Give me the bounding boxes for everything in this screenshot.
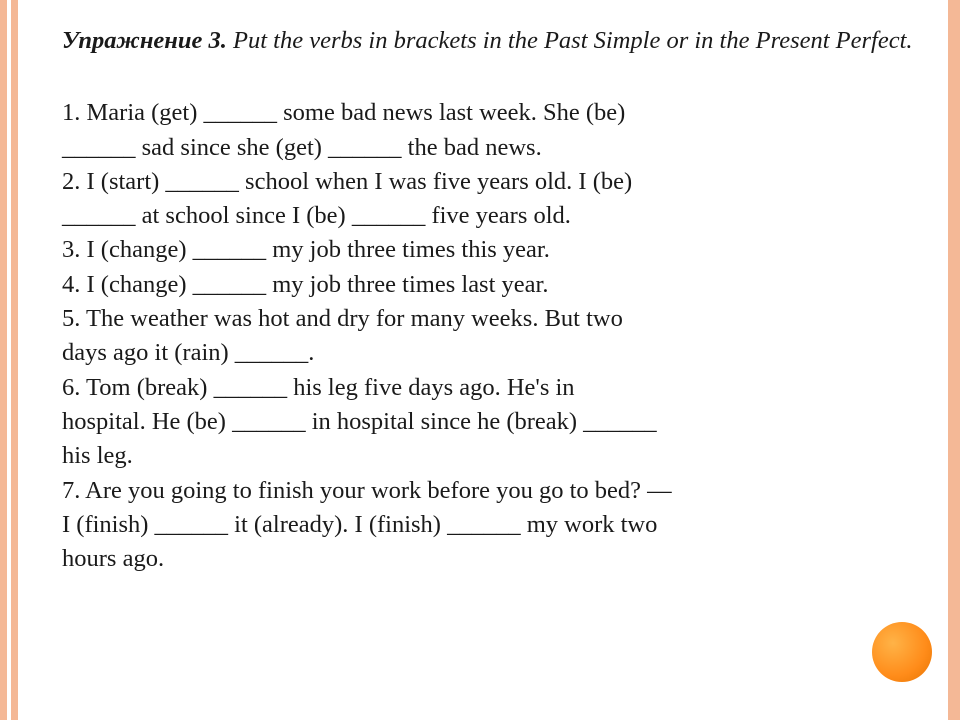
exercise-text-line: 6. Tom (break) ______ his leg five days … bbox=[62, 371, 922, 405]
exercise-text-line: 4. I (change) ______ my job three times … bbox=[62, 268, 922, 302]
exercise-title: Упражнение 3. Put the verbs in brackets … bbox=[62, 24, 922, 58]
exercise-text-line: ______ at school since I (be) ______ fiv… bbox=[62, 199, 922, 233]
exercise-text-line: 1. Maria (get) ______ some bad news last… bbox=[62, 96, 922, 130]
exercise-number: Упражнение 3. bbox=[62, 27, 227, 54]
decorative-circle bbox=[872, 622, 932, 682]
exercise-text-line: 7. Are you going to finish your work bef… bbox=[62, 474, 922, 508]
exercise-instruction: Put the verbs in brackets in the Past Si… bbox=[227, 27, 913, 54]
right-decorative-border bbox=[948, 0, 960, 720]
exercise-text-line: 2. I (start) ______ school when I was fi… bbox=[62, 165, 922, 199]
exercise-text-line: 3. I (change) ______ my job three times … bbox=[62, 233, 922, 267]
exercise-text-line: I (finish) ______ it (already). I (finis… bbox=[62, 508, 922, 542]
exercise-text-line: hospital. He (be) ______ in hospital sin… bbox=[62, 405, 922, 439]
left-decorative-border bbox=[0, 0, 18, 720]
exercise-text-line: ______ sad since she (get) ______ the ba… bbox=[62, 131, 922, 165]
exercise-body: 1. Maria (get) ______ some bad news last… bbox=[62, 96, 922, 576]
exercise-text-line: 5. The weather was hot and dry for many … bbox=[62, 302, 922, 336]
exercise-text-line: days ago it (rain) ______. bbox=[62, 336, 922, 370]
exercise-text-line: his leg. bbox=[62, 439, 922, 473]
exercise-text-line: hours ago. bbox=[62, 542, 922, 576]
slide-content: Упражнение 3. Put the verbs in brackets … bbox=[62, 24, 922, 576]
